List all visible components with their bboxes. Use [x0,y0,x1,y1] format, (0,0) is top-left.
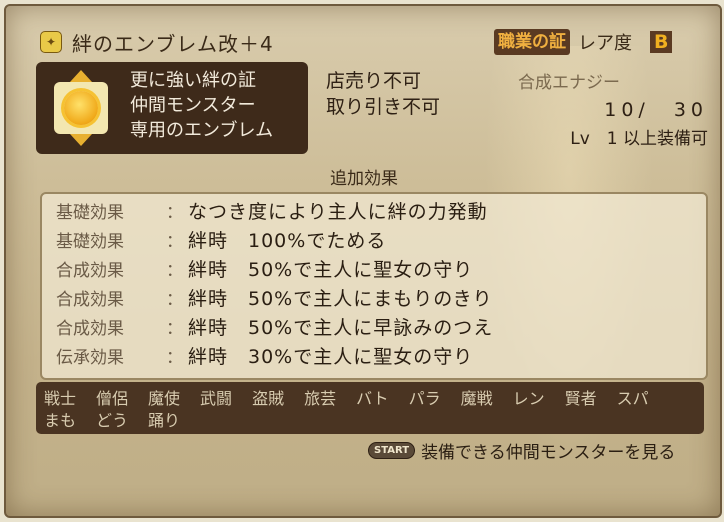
item-title: 絆のエンブレム改＋4 [72,31,274,56]
effect-category: 伝承効果 [56,348,124,368]
effect-category: 合成効果 [56,319,124,339]
description-line: 仲間モンスター [130,95,256,116]
job-label: 踊り [148,411,181,430]
effect-text: 絆時 30%で主人に聖女の守り [188,346,474,368]
effect-category: 合成効果 [56,261,124,281]
emblem-card [54,82,108,134]
synthesis-value: 10/ 30 [604,99,708,121]
job-label: 盗賊 [252,389,285,408]
description-text: 更に強い絆の証 仲間モンスター 専用のエンブレム [130,68,273,143]
effect-colon: ： [166,290,183,310]
description-panel: 更に強い絆の証 仲間モンスター 専用のエンブレム [36,62,308,154]
item-meta: 職業の証 レア度 B [494,28,673,56]
effect-text: 絆時 50%で主人に聖女の守り [188,259,474,281]
item-detail-window: ✦ 絆のエンブレム改＋4 職業の証 レア度 B 更に強い絆の証 仲間モンスター … [4,4,722,518]
job-label: 魔使 [148,389,181,408]
rarity-label: レア度 [578,33,632,54]
arrow-down-icon[interactable] [70,134,92,146]
arrow-up-icon[interactable] [70,70,92,82]
job-label: どう [96,411,129,430]
effect-text: 絆時 50%で主人にまもりのきり [188,288,493,310]
effect-category: 基礎効果 [56,232,124,252]
equippable-jobs-panel: 戦士 僧侶 魔使 武闘 盗賊 旅芸 バト パラ 魔戦 レン 賢者 スパ まも ど… [36,382,704,434]
job-label: 戦士 [44,389,77,408]
job-label: スパ [616,389,649,408]
effect-category: 合成効果 [56,290,124,310]
exchange-status: 取り引き不可 [326,96,441,118]
equip-level: Lv 1 以上装備可 [570,129,708,149]
effect-row: 合成効果 ： 絆時 50%で主人にまもりのきり [42,283,706,312]
synthesis-label: 合成エナジー [518,73,620,93]
jobs-row: まも どう 踊り [44,408,696,430]
emblem-icon: ✦ [40,31,62,53]
effect-colon: ： [166,261,183,281]
effect-row: 基礎効果 ： なつき度により主人に絆の力発動 [42,196,706,225]
effect-text: 絆時 100%でためる [188,230,387,252]
job-label: パラ [408,389,441,408]
effect-row: 合成効果 ： 絆時 50%で主人に早詠みのつえ [42,312,706,341]
start-button-icon[interactable]: START [368,442,416,459]
job-label: バト [356,389,389,408]
description-line: 専用のエンブレム [130,120,274,141]
effect-row: 伝承効果 ： 絆時 30%で主人に聖女の守り [42,341,706,370]
job-label: 賢者 [564,389,597,408]
effect-text: なつき度により主人に絆の力発動 [188,201,488,223]
job-label: 旅芸 [304,389,337,408]
view-monsters-hint[interactable]: START 装備できる仲間モンスターを見る [368,438,675,463]
item-image [50,70,112,146]
shop-status: 店売り不可 [326,70,422,92]
job-label: 武闘 [200,389,233,408]
effect-row: 合成効果 ： 絆時 50%で主人に聖女の守り [42,254,706,283]
effect-colon: ： [166,348,183,368]
effect-category: 基礎効果 [56,203,124,223]
description-line: 更に強い絆の証 [130,70,256,91]
extra-effects-heading: 追加効果 [330,169,398,189]
sun-emblem-icon [64,91,98,125]
job-label: まも [44,411,77,430]
trade-info: 店売り不可 取り引き不可 [326,68,440,120]
rarity-value: B [650,31,673,53]
effect-colon: ： [166,232,183,252]
effect-text: 絆時 50%で主人に早詠みのつえ [188,317,494,339]
effect-colon: ： [166,203,183,223]
effect-row: 基礎効果 ： 絆時 100%でためる [42,225,706,254]
jobs-row: 戦士 僧侶 魔使 武闘 盗賊 旅芸 バト パラ 魔戦 レン 賢者 スパ [44,386,696,408]
synthesis-info: 合成エナジー 10/ 30 Lv 1 以上装備可 [518,68,708,149]
effects-panel: 基礎効果 ： なつき度により主人に絆の力発動 基礎効果 ： 絆時 100%でため… [40,192,708,380]
job-label: 僧侶 [96,389,129,408]
category-badge: 職業の証 [494,29,570,55]
job-label: レン [512,389,545,408]
effect-colon: ： [166,319,183,339]
view-monsters-text: 装備できる仲間モンスターを見る [421,443,676,463]
job-label: 魔戦 [460,389,493,408]
item-title-bar: ✦ 絆のエンブレム改＋4 [40,26,274,58]
